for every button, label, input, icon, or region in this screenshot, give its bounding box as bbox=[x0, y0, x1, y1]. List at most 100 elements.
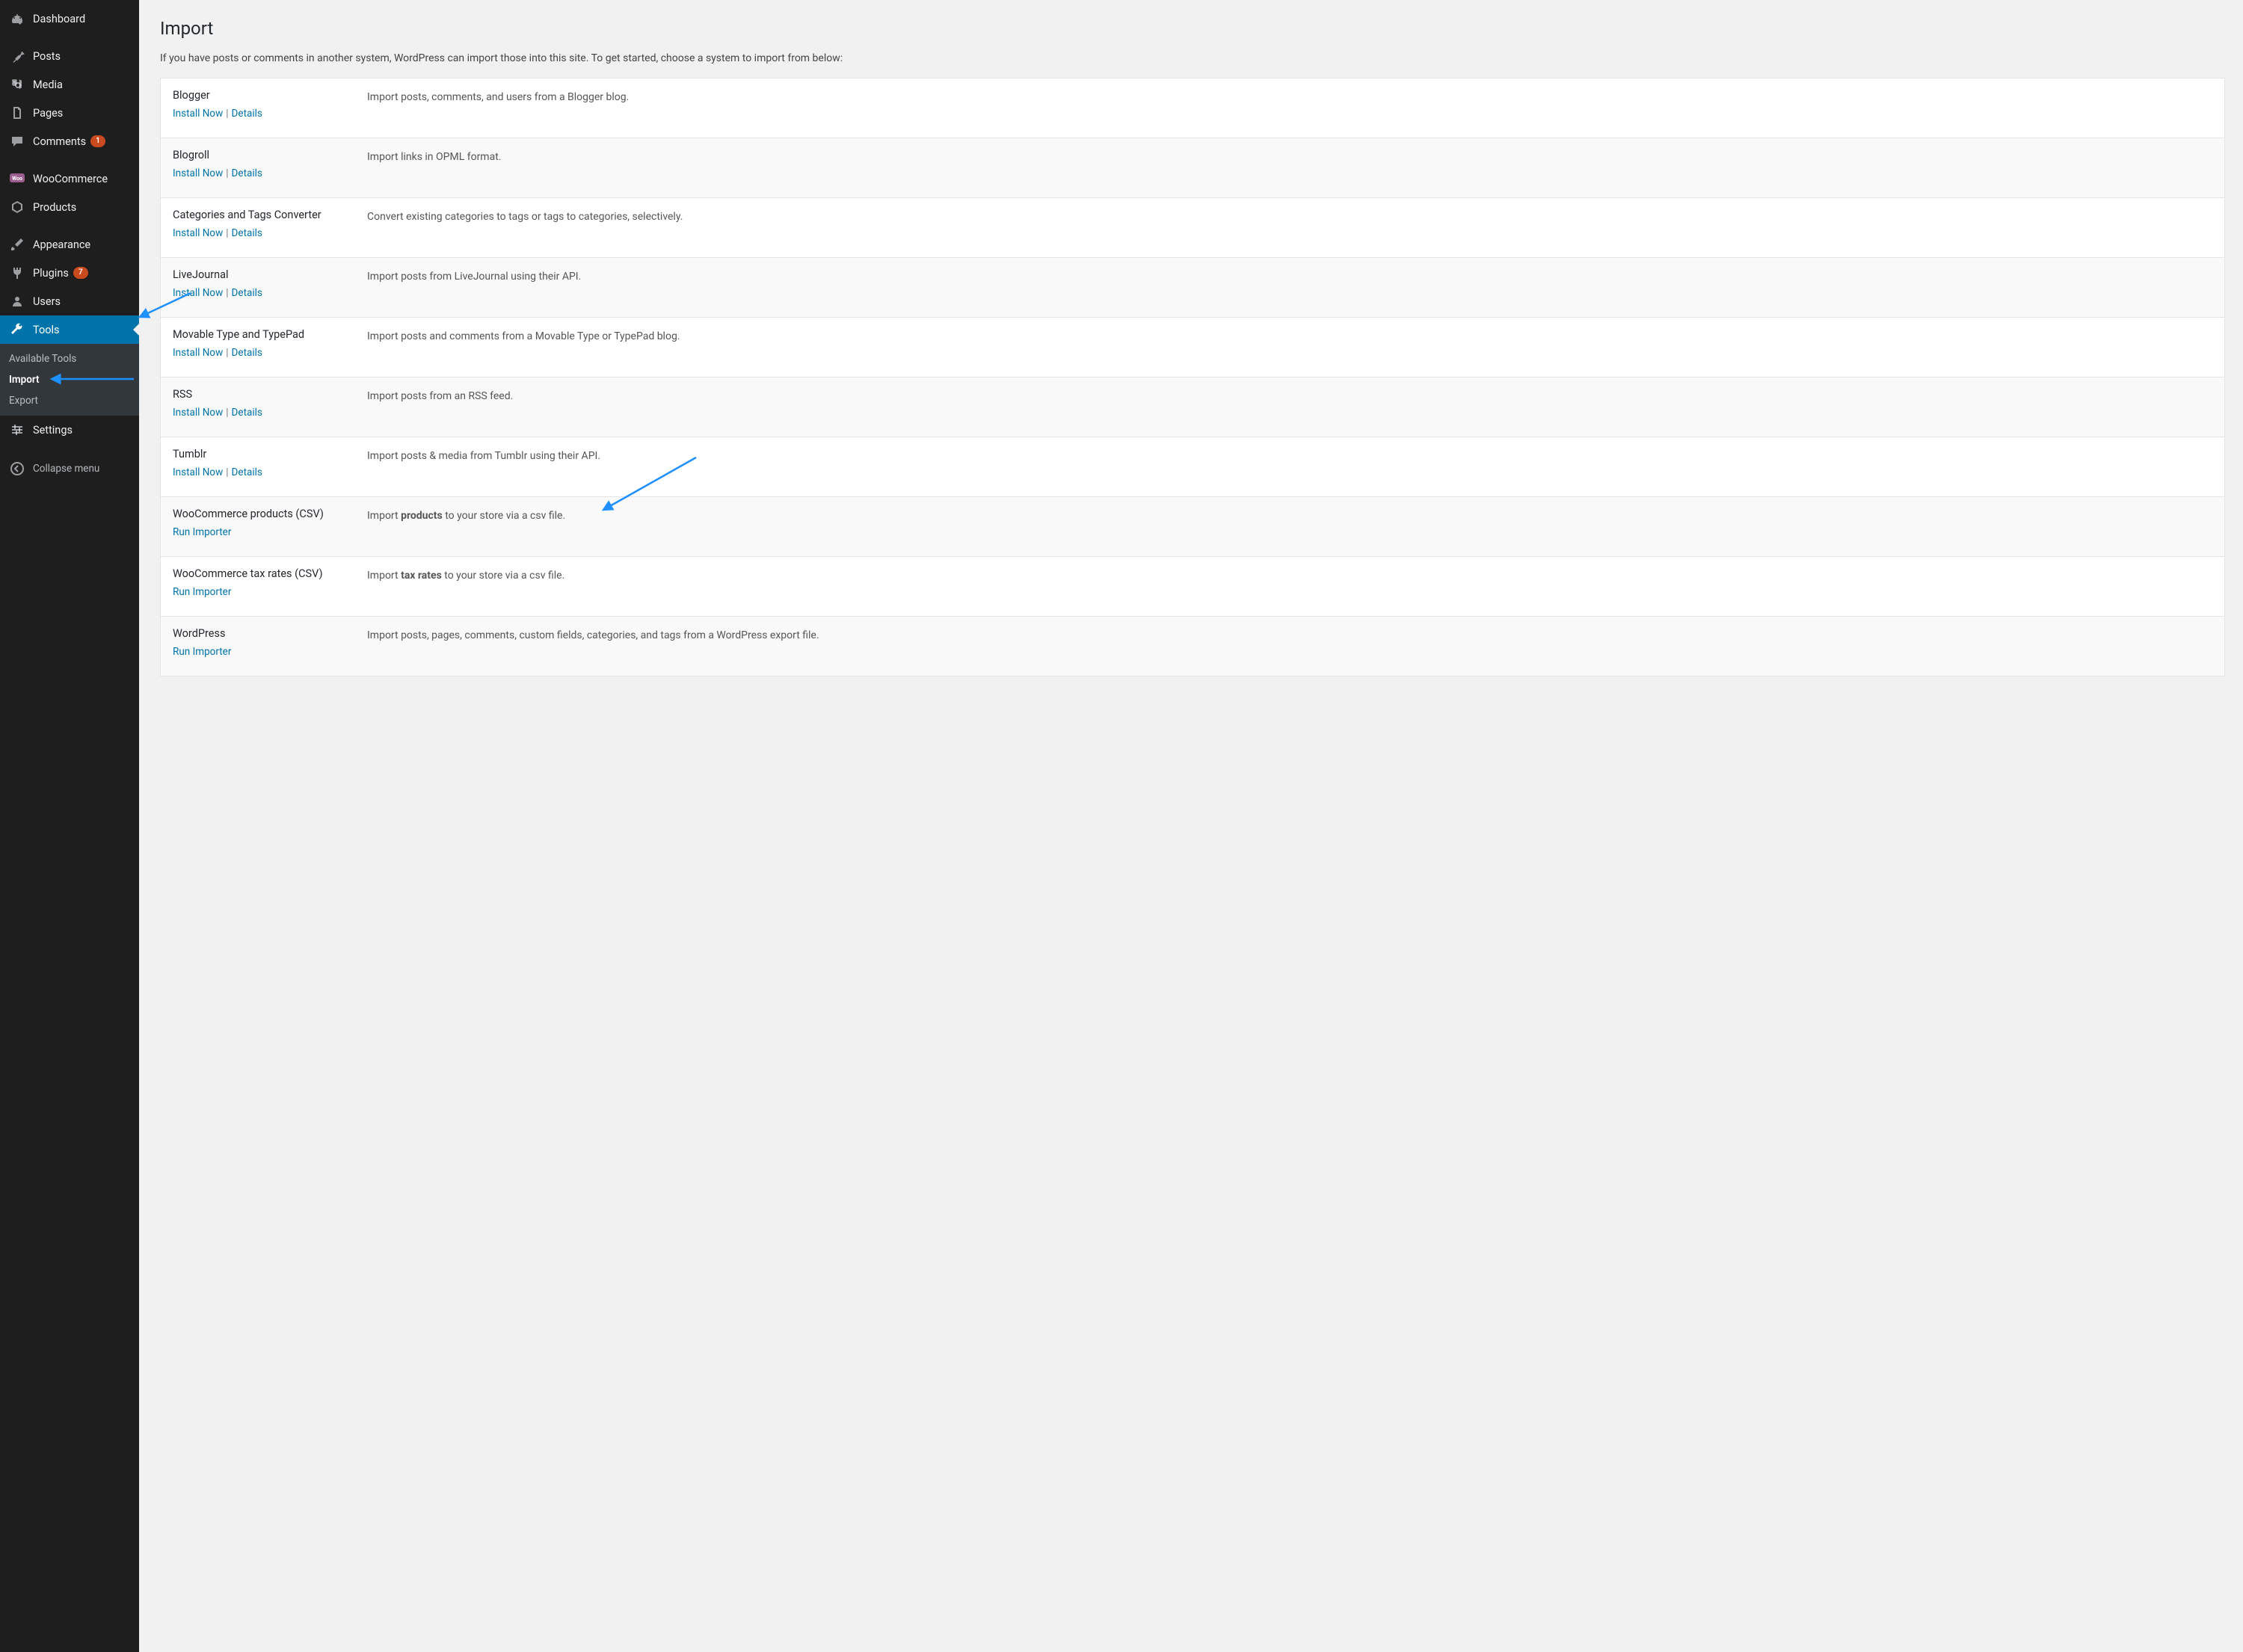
page-intro: If you have posts or comments in another… bbox=[160, 52, 2225, 64]
sidebar-item-label: Appearance bbox=[33, 238, 90, 251]
sidebar-item-users[interactable]: Users bbox=[0, 287, 139, 315]
submenu-item-export[interactable]: Export bbox=[0, 390, 139, 411]
details-link[interactable]: Details bbox=[232, 347, 262, 359]
sidebar-item-settings[interactable]: Settings bbox=[0, 416, 139, 444]
submenu-item-available-tools[interactable]: Available Tools bbox=[0, 348, 139, 369]
sidebar-item-label: Pages bbox=[33, 107, 63, 120]
separator: | bbox=[226, 347, 228, 359]
desc-pre: Import bbox=[367, 510, 401, 522]
sidebar-item-woocommerce[interactable]: Woo WooCommerce bbox=[0, 164, 139, 193]
user-icon bbox=[9, 293, 25, 309]
importer-row: Movable Type and TypePad Install Now| Deta… bbox=[161, 318, 2224, 377]
importer-row: RSSInstall Now|DetailsImport posts from … bbox=[161, 377, 2224, 437]
sidebar-item-label: Settings bbox=[33, 424, 73, 437]
run-importer-link[interactable]: Run Importer bbox=[173, 526, 231, 538]
separator: | bbox=[226, 466, 228, 478]
main-content: Import If you have posts or comments in … bbox=[139, 0, 2243, 1652]
sidebar-item-pages[interactable]: Pages bbox=[0, 99, 139, 127]
importer-description: Import posts from an RSS feed. bbox=[367, 388, 513, 419]
importer-left: Categories and Tags Converter Install Now… bbox=[173, 209, 367, 239]
sidebar-item-appearance[interactable]: Appearance bbox=[0, 230, 139, 259]
importer-actions: Run Importer bbox=[173, 586, 367, 598]
importer-title: WooCommerce products (CSV) bbox=[173, 508, 367, 520]
tools-submenu: Available Tools Import Export bbox=[0, 344, 139, 416]
importer-title: LiveJournal bbox=[173, 268, 367, 281]
details-link[interactable]: Details bbox=[232, 167, 262, 179]
pages-icon bbox=[9, 105, 25, 121]
sidebar-item-plugins[interactable]: Plugins 7 bbox=[0, 259, 139, 287]
details-link[interactable]: Details bbox=[232, 108, 262, 120]
importer-actions: Install Now| Details bbox=[173, 407, 367, 419]
importer-title: Tumblr bbox=[173, 448, 367, 460]
separator: | bbox=[226, 167, 228, 179]
separator: | bbox=[226, 227, 228, 239]
importer-row: LiveJournalInstall Now|DetailsImport pos… bbox=[161, 258, 2224, 318]
submenu-item-import[interactable]: Import bbox=[0, 369, 139, 390]
importer-table: BloggerInstall Now|DetailsImport posts, … bbox=[160, 78, 2225, 676]
comments-badge: 1 bbox=[90, 135, 105, 147]
importer-title: Blogroll bbox=[173, 149, 367, 161]
importer-left: BloggerInstall Now|Details bbox=[173, 89, 367, 120]
install-now-link[interactable]: Install Now bbox=[173, 466, 223, 478]
pin-icon bbox=[9, 48, 25, 64]
importer-actions: Install Now| Details bbox=[173, 227, 367, 239]
importer-left: RSSInstall Now|Details bbox=[173, 388, 367, 419]
importer-row: WooCommerce tax rates (CSV) Run Importer I… bbox=[161, 557, 2224, 617]
importer-description: Convert existing categories to tags or t… bbox=[367, 209, 683, 239]
install-now-link[interactable]: Install Now bbox=[173, 407, 223, 419]
sidebar-item-products[interactable]: Products bbox=[0, 193, 139, 221]
sidebar-item-comments[interactable]: Comments 1 bbox=[0, 127, 139, 155]
run-importer-link[interactable]: Run Importer bbox=[173, 646, 231, 658]
importer-actions: Run Importer bbox=[173, 646, 367, 658]
importer-title: WordPress bbox=[173, 627, 367, 640]
desc-bold: tax rates bbox=[401, 570, 442, 582]
sidebar-item-posts[interactable]: Posts bbox=[0, 42, 139, 70]
importer-left: Tumblr Install Now| Details bbox=[173, 448, 367, 478]
importer-actions: Install Now| Details bbox=[173, 167, 367, 179]
importer-description: Import links in OPML format. bbox=[367, 149, 501, 179]
importer-actions: Install Now| Details bbox=[173, 466, 367, 478]
sidebar-item-label: Posts bbox=[33, 50, 61, 63]
importer-description: Import posts and comments from a Movable… bbox=[367, 328, 680, 359]
install-now-link[interactable]: Install Now bbox=[173, 287, 223, 299]
sidebar-item-media[interactable]: Media bbox=[0, 70, 139, 99]
install-now-link[interactable]: Install Now bbox=[173, 108, 223, 120]
importer-description: Import posts, comments, and users from a… bbox=[367, 89, 629, 120]
brush-icon bbox=[9, 236, 25, 253]
svg-text:Woo: Woo bbox=[12, 176, 22, 182]
desc-pre: Import bbox=[367, 570, 401, 582]
sidebar-item-label: WooCommerce bbox=[33, 173, 108, 185]
dashboard-icon bbox=[9, 10, 25, 27]
importer-title: Movable Type and TypePad bbox=[173, 328, 367, 341]
plugin-icon bbox=[9, 265, 25, 281]
sidebar-item-dashboard[interactable]: Dashboard bbox=[0, 4, 139, 33]
importer-row: Blogroll Install Now| Details Import links … bbox=[161, 138, 2224, 198]
install-now-link[interactable]: Install Now bbox=[173, 167, 223, 179]
importer-title: Categories and Tags Converter bbox=[173, 209, 367, 221]
sidebar-item-label: Tools bbox=[33, 324, 60, 336]
importer-description: Import posts & media from Tumblr using t… bbox=[367, 448, 600, 478]
importer-row: Tumblr Install Now| Details Import posts & … bbox=[161, 437, 2224, 497]
install-now-link[interactable]: Install Now bbox=[173, 347, 223, 359]
collapse-label: Collapse menu bbox=[33, 463, 99, 475]
importer-row: BloggerInstall Now|DetailsImport posts, … bbox=[161, 78, 2224, 138]
separator: | bbox=[226, 407, 228, 419]
sidebar-item-tools[interactable]: Tools bbox=[0, 315, 139, 344]
collapse-menu-button[interactable]: Collapse menu bbox=[0, 453, 139, 484]
details-link[interactable]: Details bbox=[232, 407, 262, 419]
details-link[interactable]: Details bbox=[232, 227, 262, 239]
importer-row: Categories and Tags Converter Install Now… bbox=[161, 198, 2224, 258]
importer-row: WordPress Run Importer Import posts, pages… bbox=[161, 617, 2224, 676]
comment-icon bbox=[9, 133, 25, 150]
details-link[interactable]: Details bbox=[232, 287, 262, 299]
importer-description: Import posts, pages, comments, custom fi… bbox=[367, 627, 819, 658]
importer-left: WooCommerce products (CSV) Run Importer bbox=[173, 508, 367, 538]
run-importer-link[interactable]: Run Importer bbox=[173, 586, 231, 598]
importer-actions: Install Now| Details bbox=[173, 347, 367, 359]
importer-actions: Run Importer bbox=[173, 526, 367, 538]
importer-title: WooCommerce tax rates (CSV) bbox=[173, 567, 367, 580]
separator: | bbox=[226, 287, 228, 299]
install-now-link[interactable]: Install Now bbox=[173, 227, 223, 239]
details-link[interactable]: Details bbox=[232, 466, 262, 478]
sidebar-item-label: Users bbox=[33, 295, 61, 308]
